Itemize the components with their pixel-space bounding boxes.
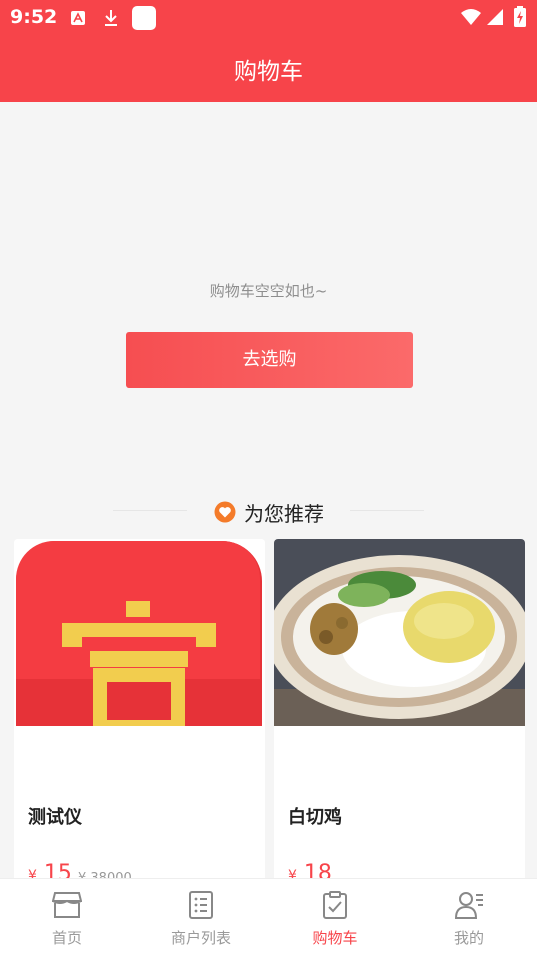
header-bar: 购物车 xyxy=(0,36,537,102)
divider-right xyxy=(350,510,424,511)
recommend-heading: 为您推荐 xyxy=(214,499,324,526)
go-shopping-button[interactable]: 去选购 xyxy=(126,332,413,388)
store-icon xyxy=(52,892,82,918)
tab-mine[interactable]: 我的 xyxy=(402,879,536,956)
product-card[interactable]: 测试仪 ¥ 15 ¥ 38000 xyxy=(14,539,265,884)
tab-label: 购物车 xyxy=(312,929,358,947)
wifi-icon xyxy=(461,9,481,25)
download-icon xyxy=(105,10,117,26)
status-time: 9:52 xyxy=(10,6,58,28)
page-title: 购物车 xyxy=(234,59,303,85)
list-icon xyxy=(189,891,213,919)
clipboard-check-icon xyxy=(323,891,347,919)
status-bar: 9:52 xyxy=(0,0,537,36)
divider-left xyxy=(113,510,187,511)
app-notification-icon xyxy=(132,6,156,30)
user-icon xyxy=(454,892,483,919)
tab-home[interactable]: 首页 xyxy=(0,879,134,956)
bottom-tab-bar: 首页 商户列表 购物车 我的 xyxy=(0,878,537,956)
heart-icon xyxy=(214,501,236,523)
tab-label: 首页 xyxy=(51,929,82,947)
fu-logo-icon xyxy=(14,539,265,726)
product-name: 白切鸡 xyxy=(288,807,342,828)
tab-label: 我的 xyxy=(453,929,484,947)
product-card[interactable]: 白切鸡 ¥ 18 xyxy=(274,539,525,884)
battery-icon xyxy=(514,6,526,27)
tab-cart[interactable]: 购物车 xyxy=(268,879,402,956)
recommend-title: 为您推荐 xyxy=(244,501,324,526)
chicken-rice-photo xyxy=(274,539,525,726)
cell-signal-icon xyxy=(487,9,503,25)
tab-label: 商户列表 xyxy=(170,929,231,947)
empty-cart-message: 购物车空空如也~ xyxy=(209,282,328,300)
font-app-icon xyxy=(71,11,85,25)
tab-merchant-list[interactable]: 商户列表 xyxy=(134,879,268,956)
product-name: 测试仪 xyxy=(28,807,82,828)
